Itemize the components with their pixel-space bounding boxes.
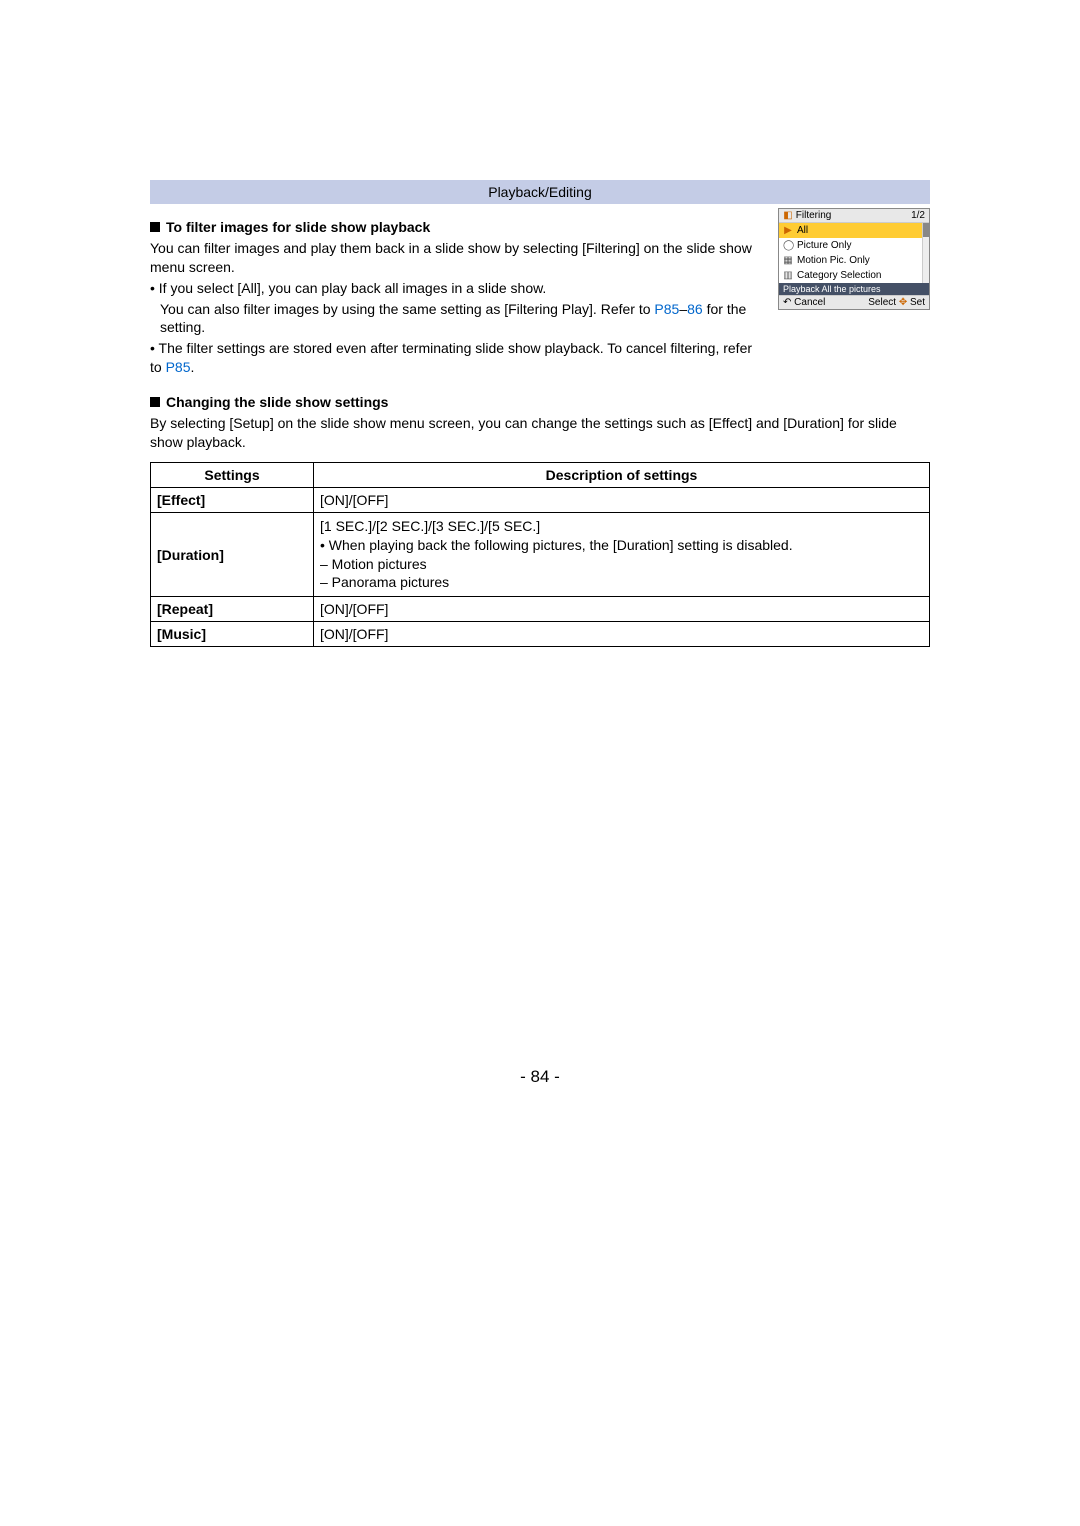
scr-item-picture: ◯ Picture Only bbox=[779, 238, 929, 253]
filter-bullet-1b: You can also filter images by using the … bbox=[160, 300, 766, 338]
txt: Set bbox=[910, 297, 925, 308]
txt: All bbox=[797, 225, 808, 236]
cell-repeat-label: [Repeat] bbox=[151, 597, 314, 622]
dot-icon: ✥ bbox=[899, 297, 907, 308]
table-row: [Effect] [ON]/[OFF] bbox=[151, 487, 930, 512]
filter-intro: You can filter images and play them back… bbox=[150, 239, 766, 277]
page: Playback/Editing To filter images for sl… bbox=[150, 180, 930, 1087]
filter-bullet-2: • The filter settings are stored even af… bbox=[150, 339, 766, 377]
settings-table: Settings Description of settings [Effect… bbox=[150, 462, 930, 648]
settings-title-text: Changing the slide show settings bbox=[166, 394, 388, 410]
filter-bullet-1: • If you select [All], you can play back… bbox=[150, 279, 766, 298]
scr-item-category: ▥ Category Selection bbox=[779, 268, 929, 283]
table-header-row: Settings Description of settings bbox=[151, 462, 930, 487]
scr-title-text: Filtering bbox=[796, 210, 832, 221]
filter-bullet-1a: If you select [All], you can play back a… bbox=[159, 280, 547, 296]
scrollbar bbox=[922, 223, 929, 283]
dur-options: [1 SEC.]/[2 SEC.]/[3 SEC.]/[5 SEC.] bbox=[320, 517, 923, 536]
scr-page: 1/2 bbox=[911, 210, 925, 221]
settings-intro: By selecting [Setup] on the slide show m… bbox=[150, 414, 930, 452]
square-bullet-icon bbox=[150, 222, 160, 232]
scr-item-all: ▶ All bbox=[779, 223, 929, 238]
category-icon: ▥ bbox=[783, 270, 793, 281]
txt: Picture Only bbox=[797, 240, 851, 251]
th-description: Description of settings bbox=[314, 462, 930, 487]
video-icon: ▦ bbox=[783, 255, 793, 266]
section-banner: Playback/Editing bbox=[150, 180, 930, 204]
settings-title: Changing the slide show settings bbox=[150, 393, 930, 412]
cell-duration-label: [Duration] bbox=[151, 512, 314, 597]
cell-effect-value: [ON]/[OFF] bbox=[314, 487, 930, 512]
dur-note: • When playing back the following pictur… bbox=[320, 536, 923, 555]
dur-panorama: – Panorama pictures bbox=[320, 573, 923, 592]
filtering-screenshot: ◧ Filtering 1/2 ▶ All ◯ Picture Only ▦ Moti… bbox=[778, 208, 930, 310]
scr-item-motion: ▦ Motion Pic. Only bbox=[779, 253, 929, 268]
txt: . bbox=[191, 359, 195, 375]
txt: – bbox=[679, 301, 687, 317]
cell-music-label: [Music] bbox=[151, 622, 314, 647]
scr-title: ◧ Filtering bbox=[783, 210, 831, 221]
filter-title: To filter images for slide show playback bbox=[150, 218, 766, 237]
filter-text-column: To filter images for slide show playback… bbox=[150, 204, 766, 379]
txt: Select bbox=[868, 297, 896, 308]
table-row: [Music] [ON]/[OFF] bbox=[151, 622, 930, 647]
th-settings: Settings bbox=[151, 462, 314, 487]
square-bullet-icon bbox=[150, 397, 160, 407]
scroll-thumb bbox=[923, 223, 929, 237]
scr-status: Playback All the pictures bbox=[779, 283, 929, 295]
table-row: [Duration] [1 SEC.]/[2 SEC.]/[3 SEC.]/[5… bbox=[151, 512, 930, 597]
back-icon: ↶ bbox=[783, 297, 791, 308]
link-p85[interactable]: P85 bbox=[654, 301, 679, 317]
link-86[interactable]: 86 bbox=[687, 301, 703, 317]
table-row: [Repeat] [ON]/[OFF] bbox=[151, 597, 930, 622]
filter-title-text: To filter images for slide show playback bbox=[166, 219, 430, 235]
camera-icon: ◧ bbox=[783, 210, 793, 221]
cell-music-value: [ON]/[OFF] bbox=[314, 622, 930, 647]
play-icon: ▶ bbox=[783, 225, 793, 236]
scr-cancel: ↶ Cancel bbox=[783, 297, 825, 308]
txt: Cancel bbox=[794, 297, 825, 308]
cell-duration-value: [1 SEC.]/[2 SEC.]/[3 SEC.]/[5 SEC.] • Wh… bbox=[314, 512, 930, 597]
cell-repeat-value: [ON]/[OFF] bbox=[314, 597, 930, 622]
page-number: - 84 - bbox=[150, 1067, 930, 1087]
txt: Motion Pic. Only bbox=[797, 255, 870, 266]
txt: You can also filter images by using the … bbox=[160, 301, 654, 317]
txt: Category Selection bbox=[797, 270, 882, 281]
scr-select-set: Select ✥ Set bbox=[868, 297, 925, 308]
link-p85-b[interactable]: P85 bbox=[166, 359, 191, 375]
dur-motion: – Motion pictures bbox=[320, 555, 923, 574]
camera-icon: ◯ bbox=[783, 240, 793, 251]
cell-effect-label: [Effect] bbox=[151, 487, 314, 512]
txt: The filter settings are stored even afte… bbox=[150, 340, 752, 375]
